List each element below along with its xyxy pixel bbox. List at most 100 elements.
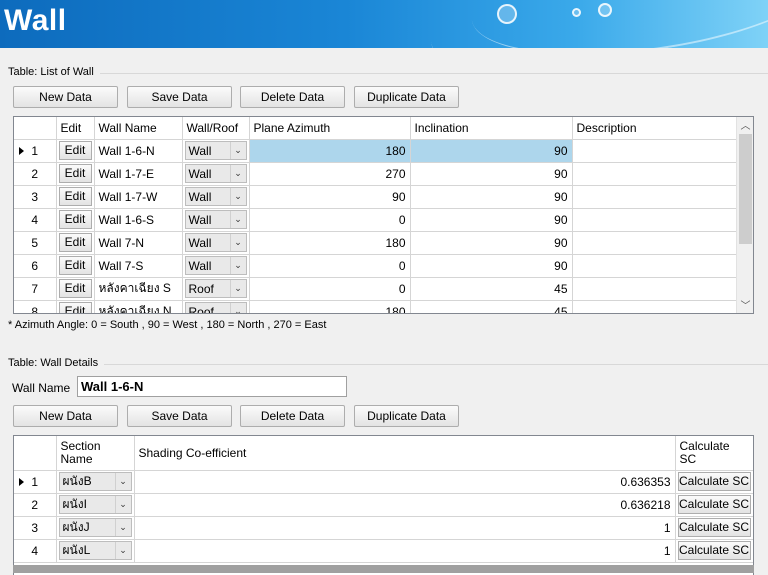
- wall-list-grid[interactable]: Edit Wall Name Wall/Roof Plane Azimuth I…: [13, 116, 754, 314]
- inclination-cell[interactable]: 45: [410, 300, 573, 313]
- chevron-down-icon[interactable]: ⌄: [229, 257, 246, 274]
- wall-name-field[interactable]: Wall 1-6-N: [77, 376, 347, 397]
- chevron-down-icon[interactable]: ⌄: [114, 542, 131, 559]
- edit-button[interactable]: Edit: [58, 256, 92, 275]
- row-number[interactable]: 4: [14, 539, 57, 563]
- wall-roof-select[interactable]: Wall ⌄: [184, 141, 247, 160]
- chevron-down-icon[interactable]: ⌄: [229, 142, 246, 159]
- calculate-sc-button[interactable]: Calculate SC: [677, 518, 751, 537]
- details-save-data-button[interactable]: Save Data: [127, 405, 232, 427]
- plane-azimuth-cell[interactable]: 90: [249, 185, 411, 209]
- wall-name-cell[interactable]: Wall 7-S: [94, 254, 183, 278]
- inclination-cell[interactable]: 90: [410, 208, 573, 232]
- chevron-down-icon[interactable]: ⌄: [114, 496, 131, 513]
- section-name-select[interactable]: ผนังJ ⌄: [58, 518, 132, 537]
- table-row[interactable]: 3 ผนังJ ⌄ 1 Calculate SC: [14, 516, 753, 540]
- details-delete-data-button[interactable]: Delete Data: [240, 405, 345, 427]
- inclination-cell[interactable]: 90: [410, 185, 573, 209]
- details-new-data-button[interactable]: New Data: [13, 405, 118, 427]
- duplicate-data-button[interactable]: Duplicate Data: [354, 86, 459, 108]
- wall-name-cell[interactable]: Wall 1-6-S: [94, 208, 183, 232]
- row-number[interactable]: 1: [14, 470, 57, 494]
- inclination-cell[interactable]: 90: [410, 162, 573, 186]
- wall-roof-select[interactable]: Roof ⌄: [184, 279, 247, 298]
- description-cell[interactable]: [572, 208, 739, 232]
- table-row[interactable]: 1 Edit Wall 1-6-N Wall ⌄ 180 90: [14, 139, 739, 163]
- delete-data-button[interactable]: Delete Data: [240, 86, 345, 108]
- wall-details-grid[interactable]: Section Name Shading Co-efficient Calcul…: [13, 435, 754, 575]
- edit-button[interactable]: Edit: [58, 164, 92, 183]
- row-number[interactable]: 2: [14, 162, 57, 186]
- chevron-down-icon[interactable]: ⌄: [114, 473, 131, 490]
- table-row[interactable]: 2 Edit Wall 1-7-E Wall ⌄ 270 90: [14, 162, 739, 186]
- wall-name-cell[interactable]: Wall 1-6-N: [94, 139, 183, 163]
- calculate-sc-button[interactable]: Calculate SC: [677, 495, 751, 514]
- chevron-down-icon[interactable]: ⌄: [229, 211, 246, 228]
- row-number[interactable]: 5: [14, 231, 57, 255]
- edit-button[interactable]: Edit: [58, 302, 92, 313]
- save-data-button[interactable]: Save Data: [127, 86, 232, 108]
- new-data-button[interactable]: New Data: [13, 86, 118, 108]
- shading-coefficient-cell[interactable]: 1: [134, 539, 676, 563]
- shading-coefficient-cell[interactable]: 0.636353: [134, 470, 676, 494]
- wall-name-cell[interactable]: Wall 7-N: [94, 231, 183, 255]
- table-row[interactable]: 4 Edit Wall 1-6-S Wall ⌄ 0 90: [14, 208, 739, 232]
- table-row[interactable]: 2 ผนังI ⌄ 0.636218 Calculate SC: [14, 493, 753, 517]
- row-number[interactable]: 3: [14, 516, 57, 540]
- plane-azimuth-cell[interactable]: 0: [249, 208, 411, 232]
- description-cell[interactable]: [572, 277, 739, 301]
- shading-coefficient-cell[interactable]: 1: [134, 516, 676, 540]
- row-number[interactable]: 2: [14, 493, 57, 517]
- edit-button[interactable]: Edit: [58, 233, 92, 252]
- section-name-select[interactable]: ผนังL ⌄: [58, 541, 132, 560]
- description-cell[interactable]: [572, 231, 739, 255]
- plane-azimuth-cell[interactable]: 0: [249, 277, 411, 301]
- table-row[interactable]: 5 Edit Wall 7-N Wall ⌄ 180 90: [14, 231, 739, 255]
- wall-roof-select[interactable]: Wall ⌄: [184, 210, 247, 229]
- section-name-select[interactable]: ผนังI ⌄: [58, 495, 132, 514]
- plane-azimuth-cell[interactable]: 180: [249, 139, 411, 163]
- description-cell[interactable]: [572, 254, 739, 278]
- calculate-sc-button[interactable]: Calculate SC: [677, 472, 751, 491]
- row-number[interactable]: 4: [14, 208, 57, 232]
- description-cell[interactable]: [572, 139, 739, 163]
- table-row[interactable]: 7 Edit หลังคาเฉียง S Roof ⌄ 0 45: [14, 277, 739, 301]
- table-row[interactable]: 4 ผนังL ⌄ 1 Calculate SC: [14, 539, 753, 563]
- plane-azimuth-cell[interactable]: 180: [249, 300, 411, 313]
- chevron-down-icon[interactable]: ⌄: [229, 303, 246, 313]
- wall-roof-select[interactable]: Wall ⌄: [184, 164, 247, 183]
- table-row[interactable]: 6 Edit Wall 7-S Wall ⌄ 0 90: [14, 254, 739, 278]
- chevron-down-icon[interactable]: ⌄: [229, 188, 246, 205]
- inclination-cell[interactable]: 90: [410, 254, 573, 278]
- table-row[interactable]: 3 Edit Wall 1-7-W Wall ⌄ 90 90: [14, 185, 739, 209]
- wall-name-cell[interactable]: Wall 1-7-W: [94, 185, 183, 209]
- wall-list-scrollbar[interactable]: ︿ ﹀: [736, 117, 753, 313]
- plane-azimuth-cell[interactable]: 270: [249, 162, 411, 186]
- inclination-cell[interactable]: 90: [410, 139, 573, 163]
- wall-roof-select[interactable]: Wall ⌄: [184, 256, 247, 275]
- wall-roof-select[interactable]: Roof ⌄: [184, 302, 247, 313]
- row-number[interactable]: 1: [14, 139, 57, 163]
- wall-roof-select[interactable]: Wall ⌄: [184, 187, 247, 206]
- row-number[interactable]: 7: [14, 277, 57, 301]
- calculate-sc-button[interactable]: Calculate SC: [677, 541, 751, 560]
- table-row[interactable]: 1 ผนังB ⌄ 0.636353 Calculate SC: [14, 470, 753, 494]
- edit-button[interactable]: Edit: [58, 187, 92, 206]
- wall-name-cell[interactable]: หลังคาเฉียง N: [94, 300, 183, 313]
- edit-button[interactable]: Edit: [58, 210, 92, 229]
- edit-button[interactable]: Edit: [58, 279, 92, 298]
- wall-name-cell[interactable]: Wall 1-7-E: [94, 162, 183, 186]
- shading-coefficient-cell[interactable]: 0.636218: [134, 493, 676, 517]
- description-cell[interactable]: [572, 185, 739, 209]
- chevron-down-icon[interactable]: ⌄: [229, 280, 246, 297]
- wall-roof-select[interactable]: Wall ⌄: [184, 233, 247, 252]
- scroll-up-icon[interactable]: ︿: [737, 117, 753, 133]
- scrollbar-thumb[interactable]: [739, 134, 752, 244]
- wall-name-cell[interactable]: หลังคาเฉียง S: [94, 277, 183, 301]
- inclination-cell[interactable]: 45: [410, 277, 573, 301]
- description-cell[interactable]: [572, 162, 739, 186]
- chevron-down-icon[interactable]: ⌄: [229, 234, 246, 251]
- details-duplicate-data-button[interactable]: Duplicate Data: [354, 405, 459, 427]
- description-cell[interactable]: [572, 300, 739, 313]
- inclination-cell[interactable]: 90: [410, 231, 573, 255]
